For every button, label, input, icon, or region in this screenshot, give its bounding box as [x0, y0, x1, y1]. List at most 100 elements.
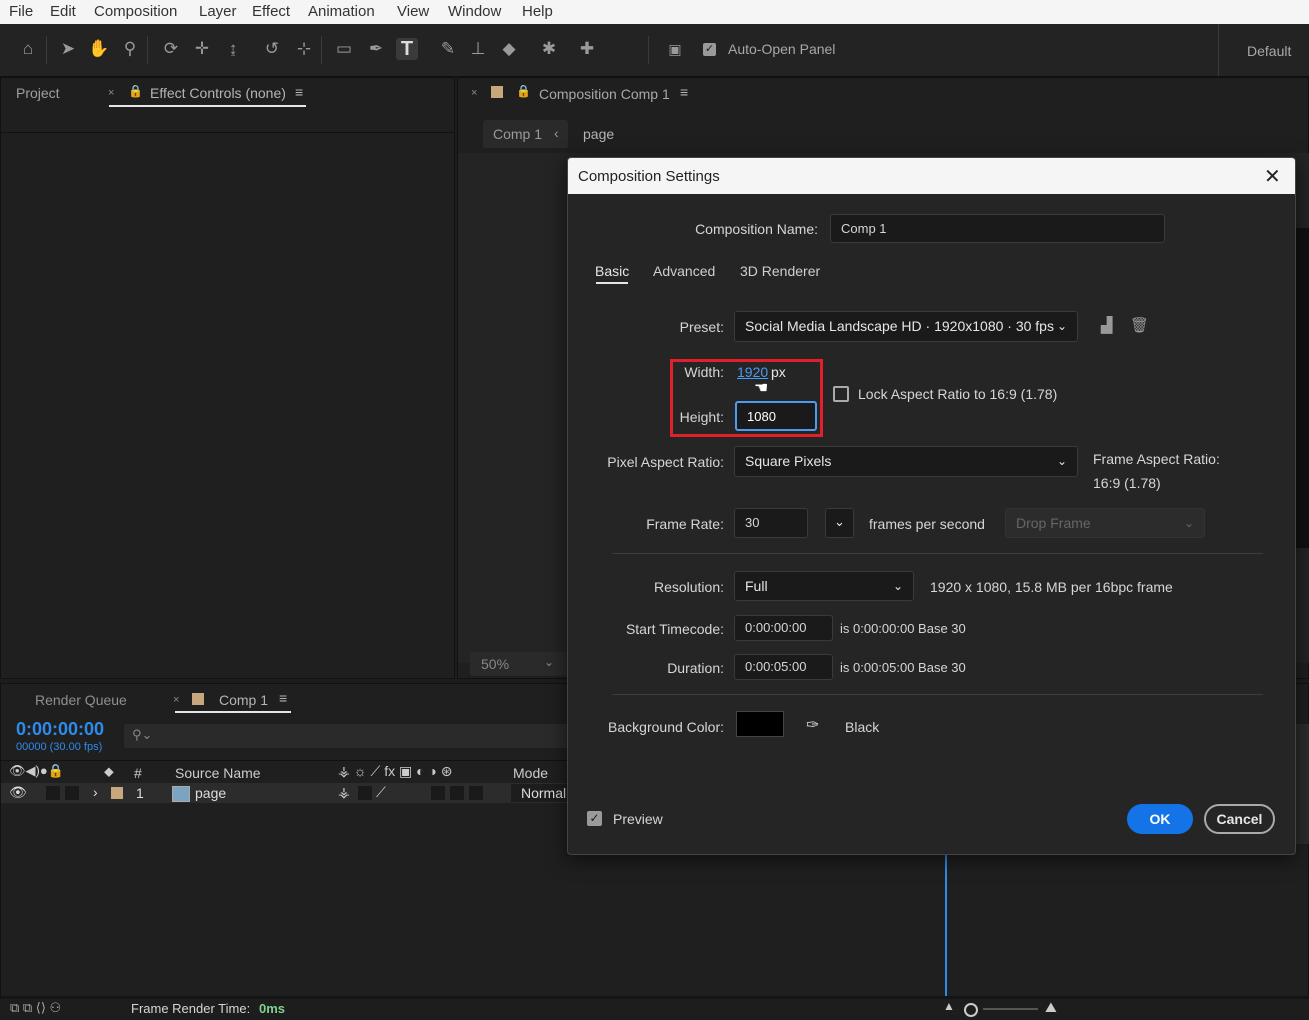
close-tab-icon[interactable]: × — [108, 87, 114, 99]
switch-cell[interactable] — [450, 786, 464, 800]
tab-advanced[interactable]: Advanced — [653, 263, 715, 279]
layer-label-color[interactable] — [111, 787, 123, 799]
roto-brush-icon[interactable]: ✱ — [538, 38, 560, 60]
menu-layer[interactable]: Layer — [199, 3, 237, 20]
panel-menu-icon[interactable]: ≡ — [279, 690, 287, 706]
type-tool-icon[interactable]: T — [396, 38, 418, 60]
ok-button[interactable]: OK — [1127, 804, 1193, 834]
zoom-in-icon[interactable]: ⛰ — [1045, 999, 1057, 1016]
shy-switch-icon[interactable]: ⚶ — [338, 784, 350, 801]
breadcrumb-page[interactable]: page — [583, 126, 614, 142]
dolly-camera-icon[interactable]: ↨ — [222, 38, 244, 60]
chevron-right-icon[interactable]: › — [93, 784, 98, 800]
table-row[interactable]: 👁 › 1 page ⚶ ⟋ Normal — [1, 783, 571, 803]
cancel-button[interactable]: Cancel — [1204, 804, 1275, 834]
tab-project[interactable]: Project — [16, 85, 60, 101]
composition-tab-title[interactable]: Composition Comp 1 — [539, 86, 670, 102]
pixel-aspect-dropdown[interactable]: Square Pixels ⌄ — [734, 446, 1078, 477]
switch-cell[interactable] — [431, 786, 445, 800]
lock-toggle[interactable] — [65, 786, 79, 800]
render-toggle-icons[interactable]: ⧉ ⧉ ⟨⟩ ⚇ — [10, 1000, 61, 1016]
layer-index: 1 — [136, 785, 144, 801]
lock-icon[interactable]: 🔒 — [128, 84, 143, 98]
zoom-slider-handle[interactable] — [964, 1003, 978, 1017]
comp-color-swatch — [192, 693, 204, 705]
lock-icon[interactable]: 🔒 — [516, 84, 531, 98]
quality-switch-icon[interactable]: ⟋ — [376, 784, 386, 801]
audio-toggle[interactable] — [46, 786, 60, 800]
menu-bar: File Edit Composition Layer Effect Anima… — [0, 0, 1309, 24]
frame-rate-dropdown-button[interactable]: ⌄ — [825, 508, 854, 538]
menu-help[interactable]: Help — [522, 3, 553, 20]
tab-effect-controls[interactable]: Effect Controls (none) — [150, 85, 286, 101]
menu-window[interactable]: Window — [448, 3, 501, 20]
close-tab-icon[interactable]: × — [173, 694, 179, 706]
menu-view[interactable]: View — [397, 3, 429, 20]
av-switches-icons: 👁◀)●🔒 — [9, 763, 64, 778]
viewer-scrollbar[interactable] — [1296, 228, 1309, 548]
selection-tool-icon[interactable]: ➤ — [57, 38, 79, 60]
preview-checkbox[interactable]: ✓ — [587, 811, 602, 826]
layer-search-input[interactable]: ⚲⌄ — [124, 724, 574, 748]
lock-aspect-checkbox[interactable] — [833, 386, 849, 402]
clone-stamp-icon[interactable]: ⊥ — [467, 38, 489, 60]
toolbar: ⌂ ➤ ✋ ⚲ ⟳ ✛ ↨ ↺ ⊹ ▭ ✒ T ✎ ⊥ ◆ ✱ ✚ ▣ ✓ Au… — [0, 24, 1309, 77]
puppet-pin-icon[interactable]: ✚ — [576, 38, 598, 60]
start-timecode-input[interactable]: 0:00:00:00 — [734, 615, 833, 641]
rotate-tool-icon[interactable]: ↺ — [261, 38, 283, 60]
switch-cell[interactable] — [358, 786, 372, 800]
panel-menu-icon[interactable]: ≡ — [295, 84, 303, 100]
switch-cell[interactable] — [469, 786, 483, 800]
breadcrumb-comp[interactable]: Comp 1 ‹ — [483, 120, 568, 148]
zoom-tool-icon[interactable]: ⚲ — [119, 38, 141, 60]
status-bar: ⧉ ⧉ ⟨⟩ ⚇ Frame Render Time: 0ms ▲ ⛰ — [0, 999, 1309, 1020]
pen-tool-icon[interactable]: ✒ — [365, 38, 387, 60]
workspace-label[interactable]: Default — [1247, 43, 1291, 59]
home-icon[interactable]: ⌂ — [17, 38, 39, 60]
layer-name[interactable]: page — [195, 785, 226, 801]
save-preset-icon[interactable]: ▟ — [1101, 316, 1113, 334]
hand-tool-icon[interactable]: ✋ — [88, 38, 110, 60]
auto-open-checkbox[interactable]: ✓ — [703, 43, 716, 56]
panel-icon[interactable]: ▣ — [664, 38, 686, 60]
resolution-dropdown[interactable]: Full ⌄ — [734, 571, 914, 601]
duration-input[interactable]: 0:00:05:00 — [734, 654, 833, 680]
eyedropper-icon[interactable]: ✑ — [806, 715, 819, 735]
zoom-slider-track[interactable] — [983, 1008, 1038, 1010]
pan-camera-icon[interactable]: ✛ — [191, 38, 213, 60]
background-color-swatch[interactable] — [736, 711, 784, 737]
zoom-dropdown[interactable]: 50% ⌄ — [470, 652, 568, 676]
frame-rate-input[interactable]: 30 — [734, 508, 808, 538]
drop-frame-dropdown[interactable]: Drop Frame ⌄ — [1005, 508, 1205, 538]
tab-basic[interactable]: Basic — [595, 263, 629, 279]
preset-dropdown[interactable]: Social Media Landscape HD · 1920x1080 · … — [734, 311, 1078, 342]
zoom-out-icon[interactable]: ▲ — [943, 999, 955, 1013]
menu-file[interactable]: File — [9, 3, 33, 20]
menu-animation[interactable]: Animation — [308, 3, 375, 20]
playhead-line[interactable] — [945, 854, 947, 996]
eraser-tool-icon[interactable]: ◆ — [498, 38, 520, 60]
eye-icon[interactable]: 👁 — [9, 784, 27, 801]
tab-3d-renderer[interactable]: 3D Renderer — [740, 263, 820, 279]
column-source-name[interactable]: Source Name — [175, 765, 261, 781]
tab-comp[interactable]: Comp 1 — [219, 692, 268, 708]
comp-name-input[interactable]: Comp 1 — [830, 214, 1165, 243]
height-input[interactable]: 1080 — [735, 401, 817, 431]
menu-edit[interactable]: Edit — [50, 3, 76, 20]
active-tab-underline — [109, 105, 306, 107]
anchor-point-tool-icon[interactable]: ⊹ — [293, 38, 315, 60]
height-label: Height: — [679, 409, 724, 425]
blend-mode-dropdown[interactable]: Normal — [511, 784, 571, 802]
close-tab-icon[interactable]: × — [471, 87, 477, 99]
trash-icon[interactable]: 🗑 — [1130, 316, 1149, 334]
rectangle-tool-icon[interactable]: ▭ — [333, 38, 355, 60]
brush-tool-icon[interactable]: ✎ — [437, 38, 459, 60]
menu-effect[interactable]: Effect — [252, 3, 290, 20]
orbit-camera-icon[interactable]: ⟳ — [160, 38, 182, 60]
menu-composition[interactable]: Composition — [94, 3, 177, 20]
panel-menu-icon[interactable]: ≡ — [680, 84, 688, 100]
close-icon[interactable]: ✕ — [1264, 164, 1281, 189]
tab-render-queue[interactable]: Render Queue — [35, 692, 127, 708]
current-timecode[interactable]: 0:00:00:00 — [16, 719, 104, 740]
column-mode[interactable]: Mode — [513, 765, 548, 781]
